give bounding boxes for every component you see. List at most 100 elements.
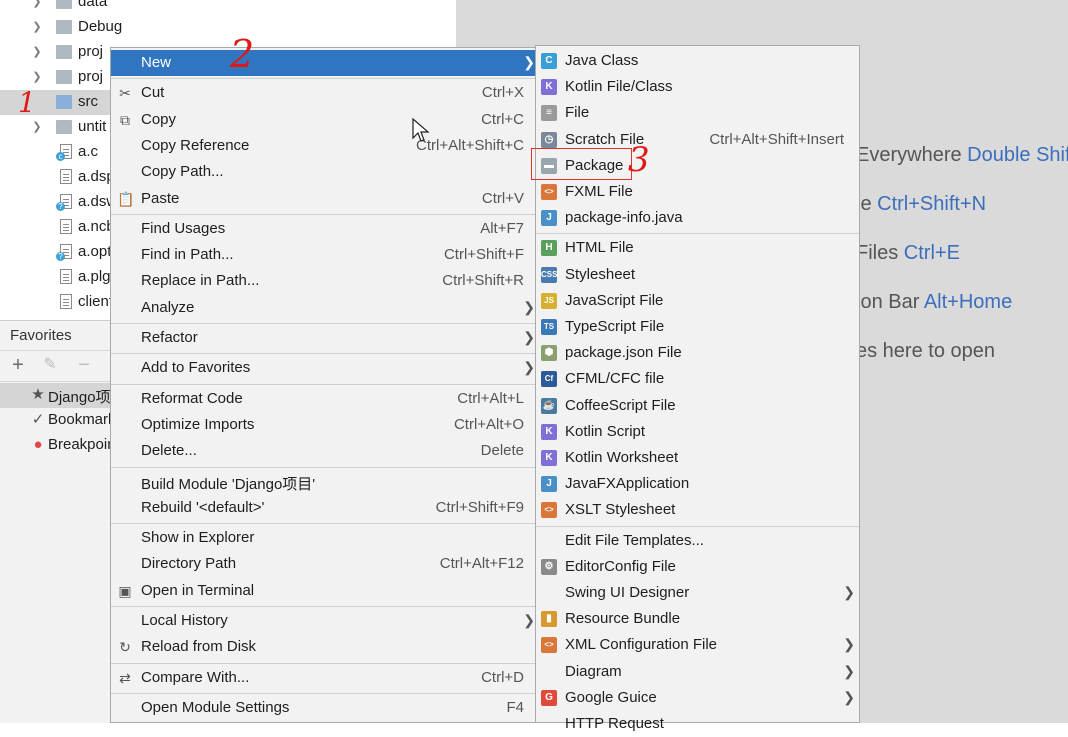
- hint-shortcut: Alt+Home: [923, 291, 1013, 313]
- chevron-right-icon[interactable]: ❯: [30, 120, 44, 134]
- menu-separator: [111, 692, 539, 694]
- menu-item-analyze[interactable]: Analyze ❯: [111, 295, 539, 321]
- menu-item-label: Delete...: [141, 442, 197, 460]
- submenu-item-javafxapplication[interactable]: J JavaFXApplication: [536, 471, 859, 497]
- submenu-item-kotlin-file-class[interactable]: K Kotlin File/Class: [536, 74, 859, 100]
- menu-item-label: Directory Path: [141, 555, 237, 573]
- javafxapplication-icon: J: [541, 476, 557, 493]
- chevron-right-icon[interactable]: ❯: [30, 70, 44, 84]
- menu-item-label: Optimize Imports: [141, 415, 255, 433]
- favorites-panel: Favorites + ✎ − ★ Django项目 ✓ Bookmarks ● Brea…: [0, 320, 127, 723]
- favorites-item-2[interactable]: ● Breakpoints: [0, 433, 127, 458]
- add-icon[interactable]: +: [8, 355, 28, 375]
- menu-item-copy-reference[interactable]: Copy Reference Ctrl+Alt+Shift+C: [111, 133, 539, 159]
- menu-item-copy-path[interactable]: Copy Path...: [111, 159, 539, 185]
- menu-item-reload-from-disk[interactable]: ↻ Reload from Disk: [111, 634, 539, 660]
- chevron-right-icon[interactable]: ❯: [30, 0, 44, 9]
- menu-item-replace-in-path[interactable]: Replace in Path... Ctrl+Shift+R: [111, 268, 539, 294]
- menu-item-find-in-path[interactable]: Find in Path... Ctrl+Shift+F: [111, 242, 539, 268]
- menu-item-shortcut: Ctrl+V: [481, 189, 524, 207]
- menu-item-build-module-django[interactable]: Build Module 'Django项目': [111, 469, 539, 495]
- context-menu: New ❯ ✂ Cut Ctrl+X ⧉ Copy Ctrl+C Copy Reference C…: [110, 47, 540, 723]
- edit-icon[interactable]: ✎: [40, 355, 60, 375]
- file-icon: ≡: [541, 105, 557, 122]
- favorites-item-0[interactable]: ★ Django项目: [0, 383, 126, 408]
- menu-item-delete[interactable]: Delete... Delete: [111, 438, 539, 464]
- tree-item-label: data: [78, 0, 108, 10]
- menu-item-copy[interactable]: ⧉ Copy Ctrl+C: [111, 107, 539, 133]
- cfml-cfc-file-icon: Cf: [541, 371, 557, 388]
- submenu-item-label: Kotlin Script: [565, 422, 646, 440]
- menu-separator: [111, 466, 539, 468]
- submenu-item-http-request[interactable]: HTTP Request: [536, 711, 859, 737]
- submenu-item-swing-ui-designer[interactable]: Swing UI Designer ❯: [536, 580, 859, 606]
- remove-icon[interactable]: −: [74, 355, 94, 375]
- menu-item-find-usages[interactable]: Find Usages Alt+F7: [111, 216, 539, 242]
- menu-item-cut[interactable]: ✂ Cut Ctrl+X: [111, 80, 539, 106]
- tree-item-label: proj: [78, 68, 104, 85]
- file-icon: [60, 169, 72, 184]
- submenu-item-kotlin-script[interactable]: K Kotlin Script: [536, 419, 859, 445]
- menu-item-open-module-settings[interactable]: Open Module Settings F4: [111, 695, 539, 721]
- tree-item-label: proj: [78, 43, 104, 60]
- menu-item-shortcut: Ctrl+X: [481, 84, 524, 102]
- submenu-item-package-json-file[interactable]: ⬢ package.json File: [536, 340, 859, 366]
- menu-item-refactor[interactable]: Refactor ❯: [111, 325, 539, 351]
- submenu-item-kotlin-worksheet[interactable]: K Kotlin Worksheet: [536, 445, 859, 471]
- submenu-item-xslt-stylesheet[interactable]: <> XSLT Stylesheet: [536, 497, 859, 523]
- tree-item-label: untit: [78, 118, 107, 135]
- menu-item-open-in-terminal[interactable]: ▣ Open in Terminal: [111, 578, 539, 604]
- submenu-item-file[interactable]: ≡ File: [536, 100, 859, 126]
- menu-item-reformat-code[interactable]: Reformat Code Ctrl+Alt+L: [111, 386, 539, 412]
- menu-item-show-in-explorer[interactable]: Show in Explorer: [111, 525, 539, 551]
- menu-item-shortcut: Ctrl+D: [481, 668, 524, 686]
- menu-item-directory-path[interactable]: Directory Path Ctrl+Alt+F12: [111, 551, 539, 577]
- submenu-item-javascript-file[interactable]: JS JavaScript File: [536, 288, 859, 314]
- menu-item-label: Open in Terminal: [141, 581, 255, 599]
- chevron-right-icon[interactable]: ❯: [30, 20, 44, 34]
- favorites-item-1[interactable]: ✓ Bookmarks: [0, 408, 123, 433]
- menu-item-local-history[interactable]: Local History ❯: [111, 608, 539, 634]
- favorites-title: Favorites: [10, 327, 72, 344]
- menu-item-rebuild-default[interactable]: Rebuild '<default>' Ctrl+Shift+F9: [111, 495, 539, 521]
- chevron-right-icon: ❯: [523, 612, 535, 628]
- menu-item-new[interactable]: New ❯: [111, 50, 539, 76]
- submenu-item-coffeescript-file[interactable]: ☕ CoffeeScript File: [536, 393, 859, 419]
- submenu-item-stylesheet[interactable]: CSS Stylesheet: [536, 262, 859, 288]
- submenu-item-diagram[interactable]: Diagram ❯: [536, 659, 859, 685]
- submenu-item-resource-bundle[interactable]: ▮ Resource Bundle: [536, 606, 859, 632]
- submenu-item-fxml-file[interactable]: <> FXML File: [536, 179, 859, 205]
- submenu-item-label: Diagram: [565, 662, 622, 680]
- tree-item-debug[interactable]: ❯ Debug: [0, 15, 456, 40]
- submenu-item-java-class[interactable]: C Java Class: [536, 48, 859, 74]
- submenu-item-label: Resource Bundle: [565, 610, 681, 628]
- menu-item-label: Paste: [141, 189, 180, 207]
- check-icon: ✓: [31, 411, 45, 428]
- submenu-item-html-file[interactable]: H HTML File: [536, 235, 859, 261]
- submenu-item-google-guice[interactable]: G Google Guice ❯: [536, 685, 859, 711]
- chevron-right-icon[interactable]: ❯: [30, 45, 44, 59]
- menu-item-compare-with[interactable]: ⇄ Compare With... Ctrl+D: [111, 665, 539, 691]
- menu-item-add-to-favorites[interactable]: Add to Favorites ❯: [111, 355, 539, 381]
- folder-icon: [56, 120, 72, 134]
- menu-item-label: Reformat Code: [141, 389, 243, 407]
- submenu-item-xml-configuration-file[interactable]: <> XML Configuration File ❯: [536, 632, 859, 658]
- submenu-item-shortcut: Ctrl+Alt+Shift+Insert: [709, 130, 844, 148]
- tree-item-label: Debug: [78, 18, 123, 35]
- submenu-item-cfml-cfc-file[interactable]: Cf CFML/CFC file: [536, 366, 859, 392]
- hint-shortcut: Ctrl+Shift+N: [877, 193, 987, 215]
- favorites-toolbar: + ✎ −: [0, 350, 110, 382]
- chevron-right-icon: ❯: [523, 329, 535, 345]
- menu-item-optimize-imports[interactable]: Optimize Imports Ctrl+Alt+O: [111, 412, 539, 438]
- submenu-item-package-info-java[interactable]: Jpackage-info.java: [536, 205, 859, 231]
- editor-hint: Everywhere Double Shift: [856, 144, 1068, 167]
- submenu-item-edit-file-templates[interactable]: Edit File Templates...: [536, 528, 859, 554]
- submenu-item-typescript-file[interactable]: TS TypeScript File: [536, 314, 859, 340]
- tree-item-label: client: [78, 293, 114, 310]
- menu-item-paste[interactable]: 📋 Paste Ctrl+V: [111, 186, 539, 212]
- tree-item-label: a.opt: [78, 243, 112, 260]
- chevron-right-icon: ❯: [843, 584, 855, 600]
- submenu-item-editorconfig-file[interactable]: ⚙ EditorConfig File: [536, 554, 859, 580]
- editor-hint: es here to open: [856, 340, 995, 363]
- tree-item-data[interactable]: ❯ data: [0, 0, 456, 15]
